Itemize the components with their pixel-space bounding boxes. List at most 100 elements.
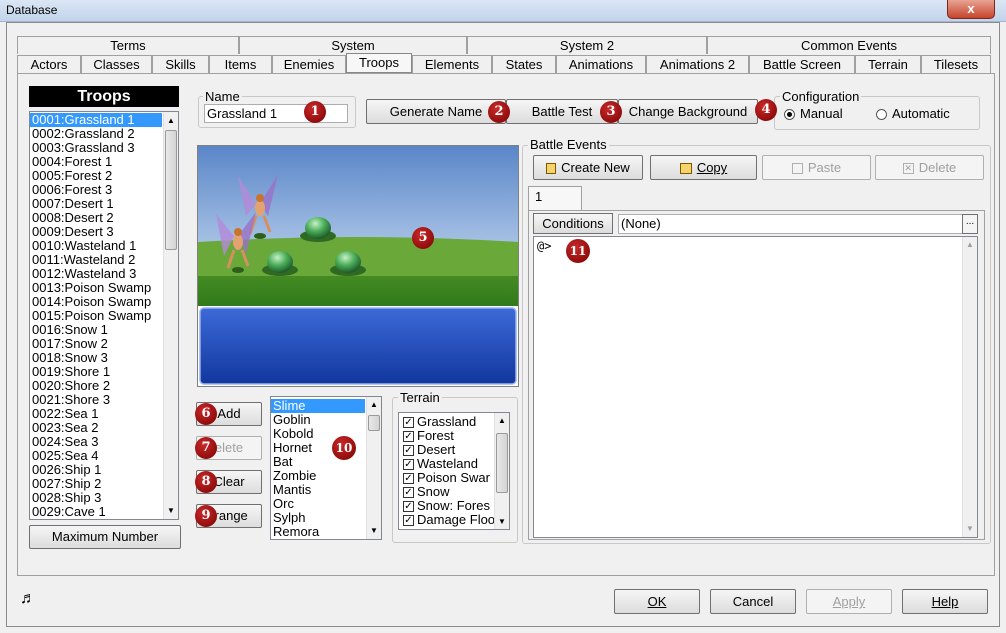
checkbox-checked-icon[interactable]: ✓ xyxy=(403,459,414,471)
terrain-checkbox-item[interactable]: ✓ Wasteland xyxy=(401,457,495,471)
tab-enemies[interactable]: Enemies xyxy=(272,55,346,73)
generate-name-button[interactable]: Generate Name xyxy=(366,99,506,124)
conditions-button[interactable]: Conditions xyxy=(533,213,613,234)
scroll-down-icon[interactable]: ▼ xyxy=(370,526,378,535)
tab-actors[interactable]: Actors xyxy=(17,55,81,73)
troop-list-item[interactable]: 0028:Ship 3 xyxy=(30,491,162,505)
troop-list-item[interactable]: 0009:Desert 3 xyxy=(30,225,162,239)
enemy-list-item[interactable]: Mantis xyxy=(271,483,365,497)
troop-list-item[interactable]: 0022:Sea 1 xyxy=(30,407,162,421)
troop-list-item[interactable]: 0012:Wasteland 3 xyxy=(30,267,162,281)
tab-tilesets[interactable]: Tilesets xyxy=(921,55,991,73)
checkbox-checked-icon[interactable]: ✓ xyxy=(403,515,414,527)
scroll-up-icon[interactable]: ▲ xyxy=(966,240,974,249)
tab-elements[interactable]: Elements xyxy=(412,55,492,73)
tab-classes[interactable]: Classes xyxy=(81,55,152,73)
troop-list-item[interactable]: 0024:Sea 3 xyxy=(30,435,162,449)
event-command-line[interactable]: @> xyxy=(537,239,551,253)
troop-list-item[interactable]: 0018:Snow 3 xyxy=(30,351,162,365)
troop-list-item[interactable]: 0005:Forest 2 xyxy=(30,169,162,183)
tab-troops[interactable]: Troops xyxy=(346,53,412,73)
enemy-list-item[interactable]: Slime xyxy=(271,399,365,413)
enemy-list-item[interactable]: Sylph xyxy=(271,511,365,525)
enemy-list-item[interactable]: Remora xyxy=(271,525,365,539)
scroll-thumb[interactable] xyxy=(165,130,177,250)
tab-skills[interactable]: Skills xyxy=(152,55,209,73)
troop-list-item[interactable]: 0015:Poison Swamp xyxy=(30,309,162,323)
event-scrollbar[interactable]: ▲ ▼ xyxy=(962,237,977,537)
music-note-icon[interactable]: ♬ xyxy=(20,590,36,608)
conditions-ellipsis-button[interactable]: ... xyxy=(962,214,978,234)
event-page-tab-1[interactable]: 1 xyxy=(528,186,582,211)
enemies-list[interactable]: Slime Goblin Kobold Hornet Bat Zombie Mantis Or… xyxy=(270,396,382,540)
tab-terms[interactable]: Terms xyxy=(17,36,239,54)
troop-list-item[interactable]: 0008:Desert 2 xyxy=(30,211,162,225)
event-commands-list[interactable]: @> ▲ ▼ xyxy=(533,236,978,538)
terrain-checkbox-item[interactable]: ✓ Desert xyxy=(401,443,495,457)
troop-list-item[interactable]: 0026:Ship 1 xyxy=(30,463,162,477)
troops-scrollbar[interactable]: ▲ ▼ xyxy=(163,112,178,519)
manual-radio[interactable]: Manual xyxy=(784,106,843,121)
scroll-down-icon[interactable]: ▼ xyxy=(966,524,974,533)
troop-list-item[interactable]: 0017:Snow 2 xyxy=(30,337,162,351)
tab-terrain[interactable]: Terrain xyxy=(855,55,921,73)
scroll-down-icon[interactable]: ▼ xyxy=(167,506,175,515)
troop-list-item[interactable]: 0011:Wasteland 2 xyxy=(30,253,162,267)
troop-list-item[interactable]: 0010:Wasteland 1 xyxy=(30,239,162,253)
enemy-list-item[interactable]: Orc xyxy=(271,497,365,511)
close-button[interactable]: x xyxy=(947,0,995,19)
paste-button[interactable]: Paste xyxy=(762,155,871,180)
scroll-up-icon[interactable]: ▲ xyxy=(370,400,378,409)
troop-list-item[interactable]: 0021:Shore 3 xyxy=(30,393,162,407)
checkbox-checked-icon[interactable]: ✓ xyxy=(403,501,414,513)
scroll-thumb[interactable] xyxy=(368,415,380,431)
terrain-checkbox-item[interactable]: ✓ Damage Floo xyxy=(401,513,495,527)
help-button[interactable]: Help xyxy=(902,589,988,614)
tab-animations-2[interactable]: Animations 2 xyxy=(646,55,749,73)
scroll-up-icon[interactable]: ▲ xyxy=(498,416,506,425)
tab-system-2[interactable]: System 2 xyxy=(467,36,707,54)
ok-button[interactable]: OK xyxy=(614,589,700,614)
automatic-radio[interactable]: Automatic xyxy=(876,106,950,121)
apply-button[interactable]: Apply xyxy=(806,589,892,614)
scroll-thumb[interactable] xyxy=(496,433,508,493)
enemy-list-item[interactable]: Zombie xyxy=(271,469,365,483)
tab-battle-screen[interactable]: Battle Screen xyxy=(749,55,855,73)
troop-list-item[interactable]: 0004:Forest 1 xyxy=(30,155,162,169)
tab-states[interactable]: States xyxy=(492,55,556,73)
checkbox-checked-icon[interactable]: ✓ xyxy=(403,473,414,485)
tab-common-events[interactable]: Common Events xyxy=(707,36,991,54)
battle-preview[interactable] xyxy=(197,145,519,387)
tab-system[interactable]: System xyxy=(239,36,467,54)
troop-list-item[interactable]: 0020:Shore 2 xyxy=(30,379,162,393)
copy-button[interactable]: Copy xyxy=(650,155,757,180)
maximum-number-button[interactable]: Maximum Number xyxy=(29,525,181,549)
enemy-list-item[interactable]: Goblin xyxy=(271,413,365,427)
troop-list-item[interactable]: 0006:Forest 3 xyxy=(30,183,162,197)
enemies-scrollbar[interactable]: ▲ ▼ xyxy=(366,397,381,539)
terrain-list[interactable]: ✓ Grassland ✓ Forest ✓ Desert ✓ Wasteland ✓ Poiso… xyxy=(398,412,510,530)
name-input[interactable]: Grassland 1 xyxy=(204,104,348,123)
troop-list-item[interactable]: 0023:Sea 2 xyxy=(30,421,162,435)
tab-animations[interactable]: Animations xyxy=(556,55,646,73)
troop-list-item[interactable]: 0001:Grassland 1 xyxy=(30,113,162,127)
troop-list-item[interactable]: 0013:Poison Swamp xyxy=(30,281,162,295)
cancel-button[interactable]: Cancel xyxy=(710,589,796,614)
checkbox-checked-icon[interactable]: ✓ xyxy=(403,487,414,499)
troop-list-item[interactable]: 0002:Grassland 2 xyxy=(30,127,162,141)
delete-event-button[interactable]: ✕ Delete xyxy=(875,155,984,180)
troop-list-item[interactable]: 0019:Shore 1 xyxy=(30,365,162,379)
troops-list[interactable]: 0001:Grassland 1 0002:Grassland 2 0003:Gra… xyxy=(29,111,179,520)
troop-list-item[interactable]: 0014:Poison Swamp xyxy=(30,295,162,309)
terrain-scrollbar[interactable]: ▲ ▼ xyxy=(494,413,509,529)
troop-list-item[interactable]: 0025:Sea 4 xyxy=(30,449,162,463)
checkbox-checked-icon[interactable]: ✓ xyxy=(403,417,414,429)
troop-list-item[interactable]: 0003:Grassland 3 xyxy=(30,141,162,155)
terrain-checkbox-item[interactable]: ✓ Snow xyxy=(401,485,495,499)
scroll-up-icon[interactable]: ▲ xyxy=(167,116,175,125)
terrain-checkbox-item[interactable]: ✓ Poison Swar xyxy=(401,471,495,485)
checkbox-checked-icon[interactable]: ✓ xyxy=(403,445,414,457)
terrain-checkbox-item[interactable]: ✓ Grassland xyxy=(401,415,495,429)
troop-list-item[interactable]: 0027:Ship 2 xyxy=(30,477,162,491)
create-new-button[interactable]: Create New xyxy=(533,155,643,180)
